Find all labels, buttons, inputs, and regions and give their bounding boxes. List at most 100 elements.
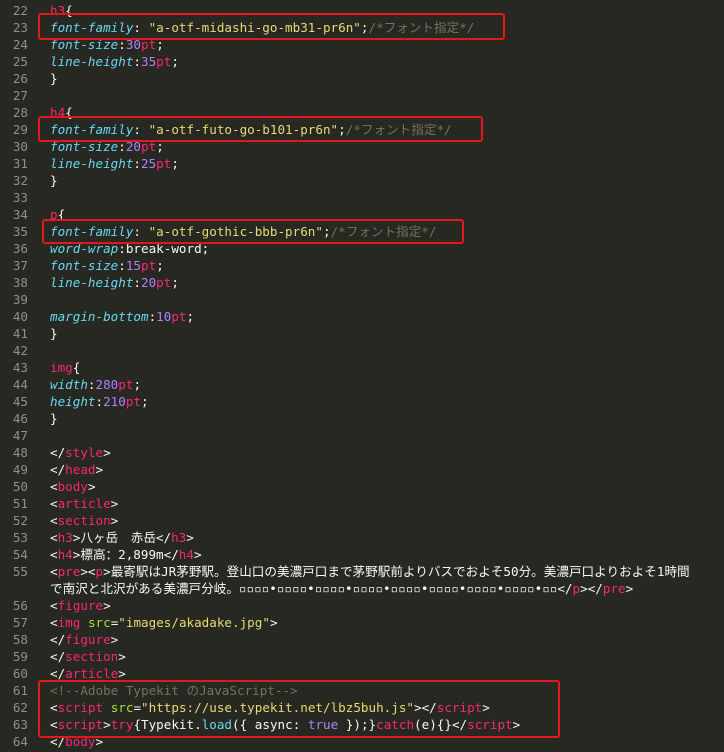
code-line[interactable]: 27 xyxy=(0,87,724,104)
code-line[interactable]: 26} xyxy=(0,70,724,87)
code-token: < xyxy=(50,530,58,545)
code-line[interactable]: 45 height:210pt; xyxy=(0,393,724,410)
code-line[interactable]: 58 </figure> xyxy=(0,631,724,648)
code-line[interactable]: 53 <h3>八ヶ岳 赤岳</h3> xyxy=(0,529,724,546)
code-token: h4 xyxy=(57,547,73,562)
code-line[interactable]: 48 </style> xyxy=(0,444,724,461)
code-token: h3 xyxy=(57,530,73,545)
code-token: height xyxy=(50,394,96,409)
code-editor[interactable]: 22 h3{23 font-family: "a-otf-midashi-go-mb… xyxy=(0,0,724,752)
code-token: 15 xyxy=(125,258,142,273)
line-number: 36 xyxy=(12,241,28,256)
line-number: 38 xyxy=(12,275,28,290)
line-number: 26 xyxy=(12,71,28,86)
code-token: p xyxy=(572,581,581,596)
code-token: : xyxy=(87,377,96,392)
highlight-box-h4-font xyxy=(38,116,483,142)
line-number: 58 xyxy=(12,632,28,647)
code-line[interactable]: 33 xyxy=(0,189,724,206)
line-number: 44 xyxy=(12,377,28,392)
line-number: 28 xyxy=(12,105,28,120)
code-token: </ xyxy=(50,666,66,681)
code-line[interactable]: 52 <section> xyxy=(0,512,724,529)
code-line[interactable]: 47 xyxy=(0,427,724,444)
code-token: > xyxy=(110,513,119,528)
line-number: 47 xyxy=(12,428,28,443)
code-token: ; xyxy=(186,309,195,324)
code-text: } xyxy=(50,70,58,87)
code-text: line-height:25pt; xyxy=(50,155,179,172)
code-token: > xyxy=(110,632,119,647)
code-line[interactable]: 43 img{ xyxy=(0,359,724,376)
code-token: >最寄駅はJR茅野駅。登山口の美濃戸口まで茅野駅前よりバスでおよそ50分。美濃戸… xyxy=(103,564,690,579)
line-number: 29 xyxy=(12,122,28,137)
line-number: 33 xyxy=(12,190,28,205)
code-text: </style> xyxy=(50,444,111,461)
code-line[interactable]: 37 font-size:15pt; xyxy=(0,257,724,274)
code-line[interactable]: 51 <article> xyxy=(0,495,724,512)
code-text: line-height:20pt; xyxy=(50,274,179,291)
code-line[interactable]: 38 line-height:20pt; xyxy=(0,274,724,291)
line-number: 61 xyxy=(12,683,28,698)
code-token: pt xyxy=(171,309,187,324)
code-line[interactable]: 42 xyxy=(0,342,724,359)
code-line[interactable]: 41} xyxy=(0,325,724,342)
code-line[interactable]: 57 <img src="images/akadake.jpg"> xyxy=(0,614,724,631)
line-number: 46 xyxy=(12,411,28,426)
code-text: } xyxy=(50,172,58,189)
code-line-wrap[interactable]: で南沢と北沢がある美濃戸分岐。▫▫▫▫•▫▫▫▫•▫▫▫▫•▫▫▫▫•▫▫▫▫•… xyxy=(0,580,724,597)
code-token: > xyxy=(118,649,126,664)
code-text: </figure> xyxy=(50,631,118,648)
code-line[interactable]: 56 <figure> xyxy=(0,597,724,614)
code-token: section xyxy=(57,513,111,528)
code-token: head xyxy=(65,462,96,477)
code-line[interactable]: 59 </section> xyxy=(0,648,724,665)
code-text: line-height:35pt; xyxy=(50,53,179,70)
highlight-box-h3-font xyxy=(38,13,505,40)
line-number: 32 xyxy=(12,173,28,188)
line-number: 57 xyxy=(12,615,28,630)
code-token: >標高：2,899m</ xyxy=(72,547,179,562)
code-token: >< xyxy=(80,564,96,579)
code-text: <body> xyxy=(50,478,96,495)
line-number: 56 xyxy=(12,598,28,613)
code-text: </head> xyxy=(50,461,103,478)
code-token: : xyxy=(133,275,141,290)
code-line[interactable]: 54 <h4>標高：2,899m</h4> xyxy=(0,546,724,563)
line-number: 52 xyxy=(12,513,28,528)
code-token: line-height xyxy=(50,54,134,69)
code-line[interactable]: 40 margin-bottom:10pt; xyxy=(0,308,724,325)
code-token: > xyxy=(95,462,104,477)
code-line[interactable]: 49 </head> xyxy=(0,461,724,478)
code-line[interactable]: 25 line-height:35pt; xyxy=(0,53,724,70)
code-token: </ xyxy=(50,462,66,477)
code-line[interactable]: 46} xyxy=(0,410,724,427)
line-number: 34 xyxy=(12,207,28,222)
line-number: 39 xyxy=(12,292,28,307)
code-token: < xyxy=(50,615,58,630)
code-token: : xyxy=(95,394,104,409)
code-token: ></ xyxy=(580,581,603,596)
code-line[interactable]: 31 line-height:25pt; xyxy=(0,155,724,172)
code-token: pre xyxy=(602,581,626,596)
code-token: "images/akadake.jpg" xyxy=(118,615,270,630)
code-line[interactable]: 55 <pre><p>最寄駅はJR茅野駅。登山口の美濃戸口まで茅野駅前よりバスでお… xyxy=(0,563,724,580)
code-token: pt xyxy=(141,258,157,273)
code-line[interactable]: 32} xyxy=(0,172,724,189)
code-token: ; xyxy=(133,377,142,392)
line-number: 43 xyxy=(12,360,28,375)
code-line[interactable]: 50 <body> xyxy=(0,478,724,495)
code-token: 20 xyxy=(141,275,157,290)
code-token: margin-bottom xyxy=(50,309,149,324)
code-token: < xyxy=(50,547,58,562)
code-token: ; xyxy=(171,275,179,290)
code-token: style xyxy=(65,445,104,460)
line-number: 35 xyxy=(12,224,28,239)
code-token: < xyxy=(50,479,58,494)
code-line[interactable]: 44 width:280pt; xyxy=(0,376,724,393)
code-token: 210 xyxy=(103,394,126,409)
line-number: 51 xyxy=(12,496,28,511)
code-line[interactable]: 39 xyxy=(0,291,724,308)
code-token: line-height xyxy=(50,275,134,290)
